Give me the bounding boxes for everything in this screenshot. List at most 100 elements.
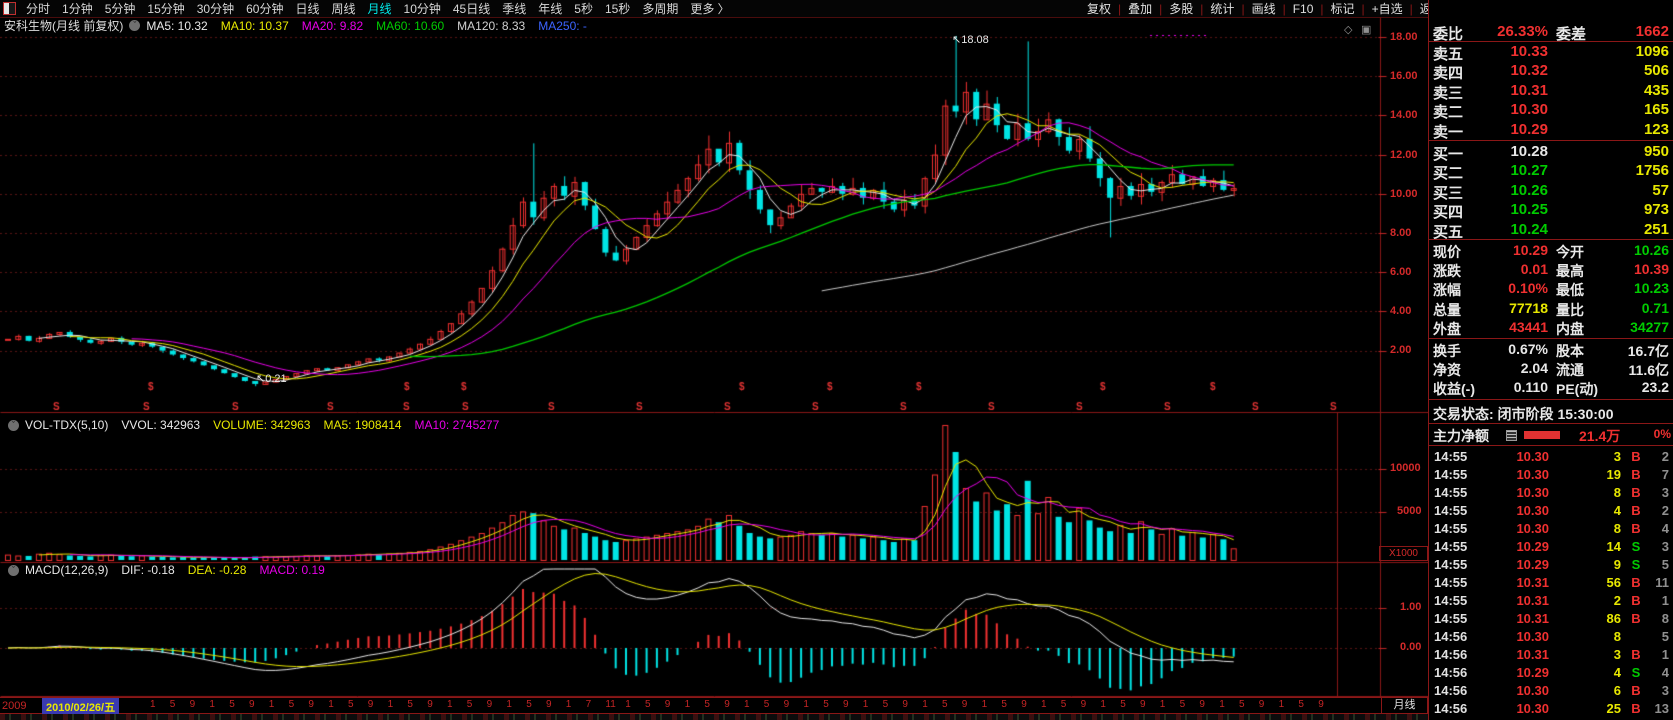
tick-row[interactable]: 14:5510.299S5 [1429, 555, 1673, 573]
period-item-12[interactable]: 年线 [532, 0, 568, 17]
bid-row[interactable]: 买三10.2657 [1429, 181, 1673, 200]
tick-row[interactable]: 14:5510.303B2 [1429, 447, 1673, 465]
tick-price: 10.30 [1509, 449, 1549, 464]
info-value: 0.110 [1514, 379, 1548, 395]
period-item-6[interactable]: 日线 [289, 0, 325, 17]
tick-row[interactable]: 14:5510.304B2 [1429, 501, 1673, 519]
tick-row[interactable]: 14:5510.308B3 [1429, 483, 1673, 501]
period-item-8[interactable]: 月线 [362, 0, 398, 17]
toolbar-button-6[interactable]: 标记 [1324, 0, 1362, 17]
tick-row[interactable]: 14:5510.308B4 [1429, 519, 1673, 537]
collapse-chevron-icon[interactable]: ˇ [129, 20, 140, 31]
bid-row[interactable]: 买五10.24251 [1429, 220, 1673, 239]
period-item-16[interactable]: 更多 〉 [684, 0, 735, 17]
bid-row-price: 10.24 [1510, 221, 1548, 238]
toolbar-button-1[interactable]: 叠加 [1121, 0, 1159, 17]
panel-divider-line [1429, 445, 1673, 446]
tick-row[interactable]: 14:5510.3186B8 [1429, 609, 1673, 627]
bid-row-volume: 251 [1644, 221, 1669, 238]
tick-time: 14:55 [1434, 611, 1467, 626]
tick-row[interactable]: 14:5510.2914S3 [1429, 537, 1673, 555]
period-item-5[interactable]: 60分钟 [240, 0, 289, 17]
month-label: 5 [645, 699, 651, 710]
info-value: 0.67% [1508, 341, 1548, 357]
month-label: 1 [1100, 699, 1106, 710]
toolbar-button-3[interactable]: 统计 [1203, 0, 1241, 17]
ask-row-volume: 435 [1644, 82, 1669, 99]
tick-row[interactable]: 14:5610.306B3 [1429, 681, 1673, 699]
period-item-4[interactable]: 30分钟 [191, 0, 240, 17]
panel-tool-icon[interactable]: ▣ [1361, 23, 1371, 36]
tick-volume: 8 [1614, 485, 1621, 500]
tick-price: 10.31 [1509, 611, 1549, 626]
month-label: 1 [982, 699, 988, 710]
bid-row[interactable]: 买一10.28950 [1429, 142, 1673, 161]
ask-row[interactable]: 卖三10.31435 [1429, 81, 1673, 100]
period-item-14[interactable]: 15秒 [599, 0, 636, 17]
bid-row[interactable]: 买二10.271756 [1429, 161, 1673, 180]
info-value: 11.6亿 [1629, 360, 1669, 380]
tick-count: 4 [1662, 665, 1669, 680]
chart-canvas[interactable] [0, 17, 1428, 697]
tick-row[interactable]: 14:5610.313B1 [1429, 645, 1673, 663]
ask-row-price: 10.33 [1510, 43, 1548, 60]
tick-row[interactable]: 14:5510.3156B11 [1429, 573, 1673, 591]
period-item-11[interactable]: 季线 [496, 0, 532, 17]
window-layout-icon[interactable] [3, 2, 16, 15]
tick-volume: 19 [1607, 467, 1621, 482]
ask-row-volume: 1096 [1636, 43, 1669, 60]
month-label: 5 [1120, 699, 1126, 710]
period-item-10[interactable]: 45日线 [447, 0, 496, 17]
period-item-3[interactable]: 15分钟 [141, 0, 190, 17]
month-label: 1 [506, 699, 512, 710]
ask-row[interactable]: 卖一10.29123 [1429, 120, 1673, 139]
main-net-label: 主力净额 [1433, 426, 1489, 446]
toolbar-button-7[interactable]: +自选 [1365, 0, 1410, 17]
period-item-0[interactable]: 分时 [20, 0, 56, 17]
period-item-1[interactable]: 1分钟 [56, 0, 99, 17]
info-value: 10.29 [1513, 242, 1548, 258]
tick-count: 1 [1662, 647, 1669, 662]
tick-row[interactable]: 14:5510.312B1 [1429, 591, 1673, 609]
tick-price: 10.30 [1509, 521, 1549, 536]
tick-row[interactable]: 14:5610.3085 [1429, 627, 1673, 645]
tick-row[interactable]: 14:5510.3019B7 [1429, 465, 1673, 483]
volume-values: VOL-TDX(5,10)VVOL: 342963VOLUME: 342963M… [25, 418, 512, 432]
month-label: 1 [388, 699, 394, 710]
ask-row[interactable]: 卖二10.30165 [1429, 100, 1673, 119]
month-label: 1 [269, 699, 275, 710]
toolbar-button-4[interactable]: 画线 [1245, 0, 1283, 17]
period-item-13[interactable]: 5秒 [568, 0, 599, 17]
collapse-chevron-icon[interactable]: ˇ [8, 420, 19, 431]
info-label: 流通 [1556, 360, 1584, 380]
ask-row[interactable]: 卖四10.32506 [1429, 61, 1673, 80]
period-item-15[interactable]: 多周期 [636, 0, 684, 17]
month-label: 1 [803, 699, 809, 710]
date-axis[interactable]: 2009 2010/02/26/五 1591591591591591591591… [0, 697, 1428, 714]
bid-row[interactable]: 买四10.25973 [1429, 200, 1673, 219]
ask-row[interactable]: 卖五10.331096 [1429, 42, 1673, 61]
period-indicator: 月线 [1381, 698, 1428, 713]
ma-label-1: MA10: 10.37 [221, 19, 289, 33]
month-label: 5 [526, 699, 532, 710]
tick-row[interactable]: 14:5610.294S4 [1429, 663, 1673, 681]
tick-flag: B [1629, 521, 1643, 536]
toolbar-button-0[interactable]: 复权 [1080, 0, 1118, 17]
toolbar-button-2[interactable]: 多股 [1162, 0, 1200, 17]
collapse-chevron-icon[interactable]: ˇ [8, 565, 19, 576]
period-item-9[interactable]: 10分钟 [398, 0, 447, 17]
bid-row-volume: 1756 [1636, 162, 1669, 179]
diamond-tool-icon[interactable]: ◇ [1344, 23, 1352, 36]
bid-row-volume: 57 [1652, 182, 1669, 199]
main-net-row[interactable]: 主力净额 21.4万 0% [1429, 425, 1673, 444]
list-icon[interactable] [1506, 430, 1517, 441]
tick-count: 11 [1655, 575, 1669, 590]
tick-row[interactable]: 14:5610.3025B13 [1429, 699, 1673, 717]
toolbar-button-5[interactable]: F10 [1286, 2, 1321, 16]
month-label: 1 [685, 699, 691, 710]
period-item-7[interactable]: 周线 [325, 0, 361, 17]
info-value: 23.2 [1642, 379, 1669, 395]
info-value: 10.39 [1634, 261, 1669, 277]
period-item-2[interactable]: 5分钟 [99, 0, 142, 17]
info-label: 换手 [1433, 341, 1461, 361]
